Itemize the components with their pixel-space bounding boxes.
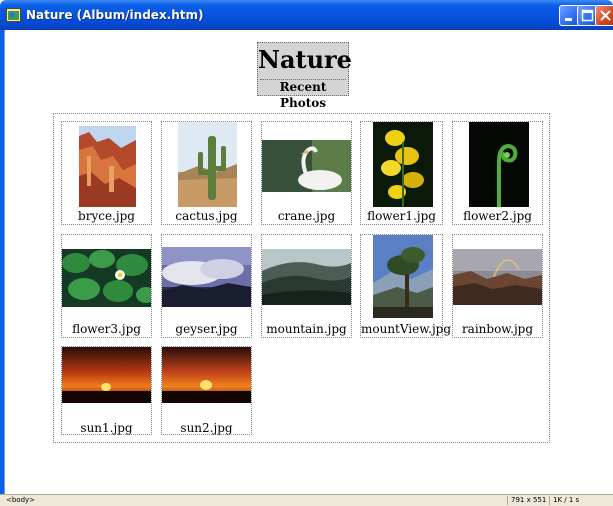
page-heading: Nature Recent Photos: [257, 42, 352, 110]
photo-filename: flower2.jpg: [463, 209, 532, 223]
photo-cell-bryce[interactable]: bryce.jpg: [61, 121, 152, 225]
lily-pads-photo[interactable]: [62, 249, 151, 307]
photo-cell-rainbow[interactable]: rainbow.jpg: [452, 234, 543, 338]
page-subtitle: Recent Photos: [279, 80, 327, 110]
photo-cell-cactus[interactable]: cactus.jpg: [161, 121, 252, 225]
photo-filename: rainbow.jpg: [461, 322, 534, 336]
mountain-view-tree-photo[interactable]: [373, 235, 433, 318]
geyser-photo[interactable]: [162, 247, 251, 307]
photo-filename: mountain.jpg: [266, 322, 347, 336]
photo-filename: flower3.jpg: [72, 322, 141, 336]
status-bar: <body> 791 x 551 1K / 1 s: [0, 494, 613, 506]
browser-page-icon: [6, 8, 21, 22]
window-title: Nature (Album/index.htm): [26, 8, 204, 22]
close-button[interactable]: [595, 5, 613, 26]
photo-cell-sun1[interactable]: sun1.jpg: [61, 346, 152, 435]
photo-cell-mountview[interactable]: mountView.jpg: [360, 234, 452, 338]
rainbow-canyon-photo[interactable]: [453, 249, 542, 305]
mountain-hills-photo[interactable]: [262, 249, 351, 305]
photo-filename: sun1.jpg: [80, 421, 133, 435]
photo-cell-flower2[interactable]: flower2.jpg: [452, 121, 543, 225]
photo-cell-sun2[interactable]: sun2.jpg: [161, 346, 252, 435]
photo-cell-flower1[interactable]: flower1.jpg: [360, 121, 443, 225]
fern-curl-photo[interactable]: [469, 122, 529, 207]
photo-filename: flower1.jpg: [367, 209, 436, 223]
window-titlebar[interactable]: Nature (Album/index.htm): [0, 0, 613, 30]
yellow-flower-photo[interactable]: [373, 122, 433, 207]
close-icon: [600, 10, 611, 21]
photo-cell-flower3[interactable]: flower3.jpg: [61, 234, 152, 338]
status-divider: [507, 496, 508, 505]
photo-filename: mountView.jpg: [361, 322, 452, 336]
photo-filename: geyser.jpg: [175, 322, 238, 336]
cactus-photo[interactable]: [178, 122, 237, 207]
photo-filename: sun2.jpg: [180, 421, 233, 435]
canyon-rock-photo[interactable]: [79, 126, 136, 207]
crane-bird-photo[interactable]: [262, 140, 351, 192]
photo-cell-mountain[interactable]: mountain.jpg: [261, 234, 352, 338]
tag-selector[interactable]: <body>: [6, 496, 35, 504]
sunset-photo[interactable]: [162, 347, 251, 403]
page-title: Nature: [258, 45, 352, 74]
photo-filename: crane.jpg: [277, 209, 336, 223]
photo-filename: cactus.jpg: [175, 209, 238, 223]
download-size: 1K / 1 s: [553, 496, 580, 504]
photo-cell-crane[interactable]: crane.jpg: [261, 121, 352, 225]
photo-filename: bryce.jpg: [78, 209, 135, 223]
photo-cell-geyser[interactable]: geyser.jpg: [161, 234, 252, 338]
status-divider: [549, 496, 550, 505]
window-size-menu[interactable]: 791 x 551: [511, 496, 546, 504]
sunset-photo[interactable]: [62, 347, 151, 403]
